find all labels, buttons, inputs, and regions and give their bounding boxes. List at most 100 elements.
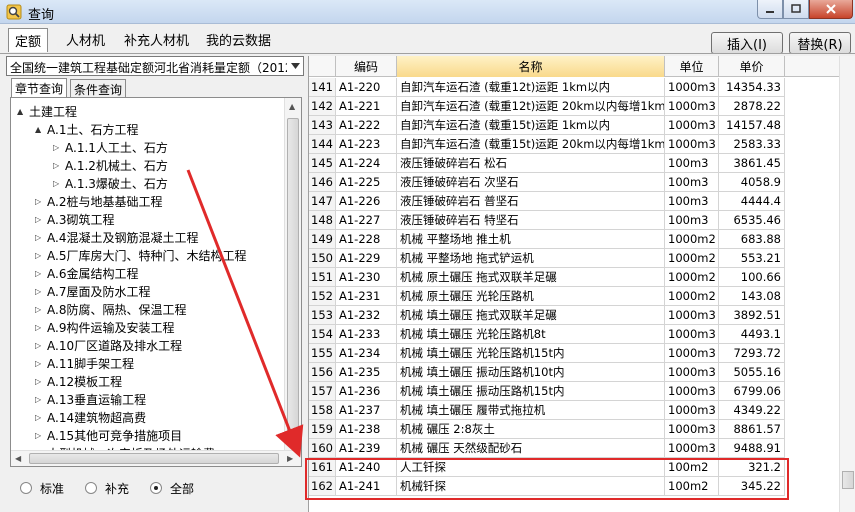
- cell-idx: 143: [309, 116, 336, 135]
- header-code[interactable]: 编码: [336, 56, 397, 77]
- tree-item[interactable]: ▷ A.1.3爆破土、石方: [53, 174, 168, 192]
- header-price[interactable]: 单价: [719, 56, 785, 77]
- tree-item[interactable]: ▷ A.3砌筑工程: [35, 210, 114, 228]
- collapsed-triangle-icon[interactable]: ▷: [35, 377, 45, 386]
- grid-scroll-thumb[interactable]: [842, 471, 854, 489]
- scroll-right-icon[interactable]: ▶: [287, 454, 293, 463]
- tab-chapter-query[interactable]: 章节查询: [11, 78, 68, 98]
- tree-item[interactable]: ▷ A.5厂库房大门、特种门、木结构工程: [35, 246, 246, 264]
- collapsed-triangle-icon[interactable]: ▷: [53, 161, 63, 170]
- collapsed-triangle-icon[interactable]: ▷: [35, 197, 45, 206]
- collapsed-triangle-icon[interactable]: ▷: [35, 251, 45, 260]
- tab-quota[interactable]: 定额: [8, 28, 49, 52]
- tree-item[interactable]: ▷ A.11脚手架工程: [35, 354, 134, 372]
- radio-standard-circle[interactable]: [20, 482, 32, 494]
- tree-item[interactable]: ▷ A.6金属结构工程: [35, 264, 138, 282]
- table-row[interactable]: 157 A1-236 机械 填土碾压 振动压路机15t内 1000m3 6799.06: [309, 382, 855, 401]
- table-row[interactable]: 144 A1-223 自卸汽车运石渣 (载重15t)运距 20km以内每增1km 10…: [309, 135, 855, 154]
- tree-item-label: A.13垂直运输工程: [47, 392, 147, 407]
- header-unit[interactable]: 单位: [665, 56, 719, 77]
- table-row[interactable]: 158 A1-237 机械 填土碾压 履带式拖拉机 1000m3 4349.22: [309, 401, 855, 420]
- collapsed-triangle-icon[interactable]: ▷: [53, 143, 63, 152]
- radio-all[interactable]: 全部: [150, 479, 194, 497]
- tree-item[interactable]: ▲ A.1土、石方工程: [35, 120, 138, 138]
- table-row[interactable]: 151 A1-230 机械 原土碾压 拖式双联羊足碾 1000m2 100.66: [309, 268, 855, 287]
- collapsed-triangle-icon[interactable]: ▷: [35, 233, 45, 242]
- table-row[interactable]: 142 A1-221 自卸汽车运石渣 (载重12t)运距 20km以内每增1km 10…: [309, 97, 855, 116]
- scroll-up-icon[interactable]: ▲: [289, 102, 295, 111]
- collapsed-triangle-icon[interactable]: ▷: [35, 215, 45, 224]
- tree-horizontal-scrollbar[interactable]: ◀ ▶: [11, 450, 301, 466]
- table-row[interactable]: 155 A1-234 机械 填土碾压 光轮压路机15t内 1000m3 7293.72: [309, 344, 855, 363]
- quota-grid[interactable]: 编码 名称 单位 单价 141 A1-220 自卸汽车运石渣 (载重12t)运距 1…: [308, 56, 855, 512]
- tree-item[interactable]: ▷ A.12模板工程: [35, 372, 122, 390]
- tree-item[interactable]: ▷ A.9构件运输及安装工程: [35, 318, 174, 336]
- collapsed-triangle-icon[interactable]: ▷: [35, 359, 45, 368]
- cell-unit: 1000m3: [665, 135, 719, 154]
- expanded-triangle-icon[interactable]: ▲: [17, 107, 27, 116]
- table-row[interactable]: 160 A1-239 机械 碾压 天然级配砂石 1000m3 9488.91: [309, 439, 855, 458]
- tree-vertical-scrollbar[interactable]: ▲: [284, 98, 301, 450]
- maximize-button[interactable]: [783, 0, 809, 19]
- cell-name: 机械 填土碾压 振动压路机10t内: [397, 363, 665, 382]
- table-row[interactable]: 143 A1-222 自卸汽车运石渣 (载重15t)运距 1km以内 1000m3 14…: [309, 116, 855, 135]
- tree-item[interactable]: ▷ A.13垂直运输工程: [35, 390, 146, 408]
- tree-item[interactable]: ▷ A.14建筑物超高费: [35, 408, 146, 426]
- tree-item[interactable]: ▷ A.2桩与地基基础工程: [35, 192, 162, 210]
- chapter-tree[interactable]: ▲ 土建工程 ▲ A.1土、石方工程 ▷ A.1.1人工土、石方 ▷ A.1.2机械土、石方 ▷…: [10, 97, 302, 467]
- close-button[interactable]: [809, 0, 853, 19]
- tab-supplement-labor-material-machine[interactable]: 补充人材机: [118, 28, 195, 50]
- collapsed-triangle-icon[interactable]: ▷: [35, 269, 45, 278]
- collapsed-triangle-icon[interactable]: ▷: [35, 413, 45, 422]
- tree-item[interactable]: ▷ A.8防腐、隔热、保温工程: [35, 300, 186, 318]
- table-row[interactable]: 148 A1-227 液压锤破碎岩石 特坚石 100m3 6535.46: [309, 211, 855, 230]
- collapsed-triangle-icon[interactable]: ▷: [35, 431, 45, 440]
- collapsed-triangle-icon[interactable]: ▷: [35, 305, 45, 314]
- tree-item[interactable]: ▷ A.1.2机械土、石方: [53, 156, 168, 174]
- collapsed-triangle-icon[interactable]: ▷: [35, 323, 45, 332]
- tree-item[interactable]: ▷ A.15其他可竞争措施项目: [35, 426, 182, 444]
- collapsed-triangle-icon[interactable]: ▷: [35, 341, 45, 350]
- table-row[interactable]: 147 A1-226 液压锤破碎岩石 普坚石 100m3 4444.4: [309, 192, 855, 211]
- collapsed-triangle-icon[interactable]: ▷: [35, 467, 45, 468]
- cell-price: 3892.51: [719, 306, 785, 325]
- scroll-left-icon[interactable]: ◀: [15, 454, 21, 463]
- chevron-down-icon[interactable]: [287, 57, 303, 75]
- radio-all-circle[interactable]: [150, 482, 162, 494]
- tab-my-cloud-data[interactable]: 我的云数据: [200, 28, 277, 50]
- radio-standard[interactable]: 标准: [20, 479, 64, 497]
- table-row[interactable]: 146 A1-225 液压锤破碎岩石 次坚石 100m3 4058.9: [309, 173, 855, 192]
- tree-item[interactable]: ▲ 土建工程: [17, 102, 77, 120]
- minimize-button[interactable]: [757, 0, 783, 19]
- cell-price: 4349.22: [719, 401, 785, 420]
- table-row[interactable]: 150 A1-229 机械 平整场地 拖式铲运机 1000m2 553.21: [309, 249, 855, 268]
- table-row[interactable]: 152 A1-231 机械 原土碾压 光轮压路机 1000m2 143.08: [309, 287, 855, 306]
- grid-vertical-scrollbar[interactable]: [839, 56, 855, 512]
- tree-item[interactable]: ▷ A.7屋面及防水工程: [35, 282, 150, 300]
- cell-idx: 142: [309, 97, 336, 116]
- insert-button[interactable]: 插入(I): [711, 32, 783, 54]
- tree-hscroll-thumb[interactable]: [29, 453, 279, 464]
- table-row[interactable]: 156 A1-235 机械 填土碾压 振动压路机10t内 1000m3 5055.16: [309, 363, 855, 382]
- collapsed-triangle-icon[interactable]: ▷: [53, 179, 63, 188]
- replace-button[interactable]: 替换(R): [789, 32, 851, 54]
- table-row[interactable]: 149 A1-228 机械 平整场地 推土机 1000m2 683.88: [309, 230, 855, 249]
- table-row[interactable]: 153 A1-232 机械 填土碾压 拖式双联羊足碾 1000m3 3892.51: [309, 306, 855, 325]
- tab-labor-material-machine[interactable]: 人材机: [60, 28, 111, 50]
- table-row[interactable]: 159 A1-238 机械 碾压 2:8灰土 1000m3 8861.57: [309, 420, 855, 439]
- table-row[interactable]: 145 A1-224 液压锤破碎岩石 松石 100m3 3861.45: [309, 154, 855, 173]
- expanded-triangle-icon[interactable]: ▲: [35, 125, 45, 134]
- collapsed-triangle-icon[interactable]: ▷: [35, 287, 45, 296]
- table-row[interactable]: 141 A1-220 自卸汽车运石渣 (载重12t)运距 1km以内 1000m3 14…: [309, 78, 855, 97]
- radio-supplement-circle[interactable]: [85, 482, 97, 494]
- table-row[interactable]: 154 A1-233 机械 填土碾压 光轮压路机8t 1000m3 4493.1: [309, 325, 855, 344]
- tree-item[interactable]: ▷ A.1.1人工土、石方: [53, 138, 168, 156]
- tree-scroll-thumb[interactable]: [287, 118, 299, 441]
- radio-supplement[interactable]: 补充: [85, 479, 129, 497]
- tab-condition-query[interactable]: 条件查询: [70, 79, 127, 98]
- collapsed-triangle-icon[interactable]: ▷: [35, 395, 45, 404]
- quota-library-select[interactable]: 全国统一建筑工程基础定额河北省消耗量定额（2012）: [6, 56, 304, 76]
- header-name[interactable]: 名称: [397, 56, 665, 77]
- tree-item[interactable]: ▷ A.10厂区道路及排水工程: [35, 336, 182, 354]
- tree-item[interactable]: ▷ A.4混凝土及钢筋混凝土工程: [35, 228, 198, 246]
